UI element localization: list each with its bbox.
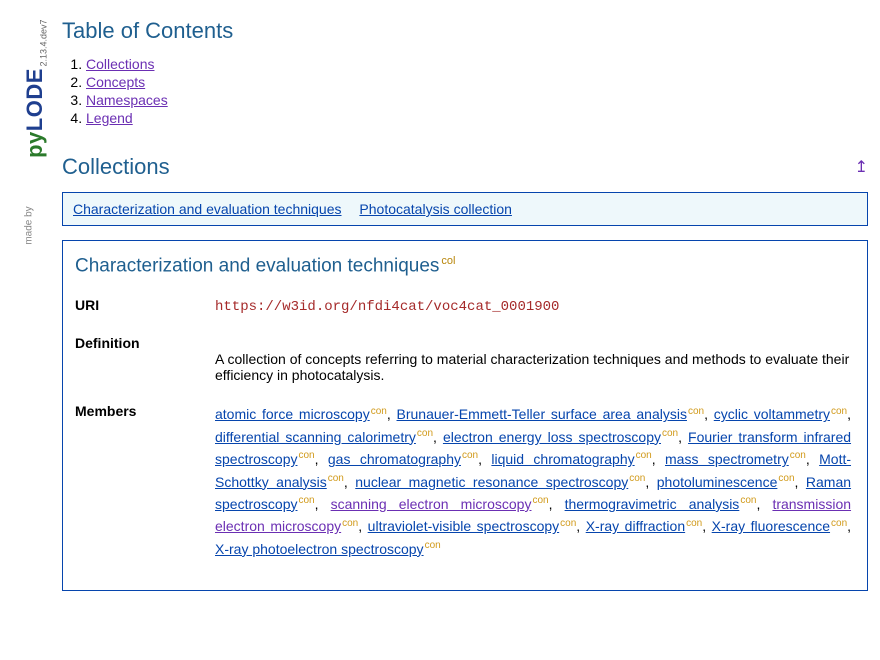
collections-index-link-photocatalysis[interactable]: Photocatalysis collection bbox=[359, 201, 512, 217]
member-sup-con: con bbox=[298, 495, 314, 506]
toc-link-collections[interactable]: Collections bbox=[86, 56, 154, 72]
member-sup-con: con bbox=[778, 473, 794, 484]
pylode-madeby-label: made by bbox=[24, 206, 35, 244]
pylode-logo[interactable]: pyLODE bbox=[22, 68, 48, 158]
member-link[interactable]: X-ray diffraction bbox=[586, 518, 685, 534]
member-sup-con: con bbox=[686, 518, 702, 529]
collection-title: Characterization and evaluation techniqu… bbox=[75, 255, 855, 277]
member-link[interactable]: X-ray photoelectron spectroscopy bbox=[215, 541, 424, 557]
collection-sup-col: col bbox=[441, 255, 455, 267]
value-uri: https://w3id.org/nfdi4cat/voc4cat_000190… bbox=[215, 299, 559, 315]
member-link[interactable]: thermogravimetric analysis bbox=[565, 496, 740, 512]
member-link[interactable]: scanning electron microscopy bbox=[331, 496, 532, 512]
collection-definition-table: URI https://w3id.org/nfdi4cat/voc4cat_00… bbox=[75, 291, 855, 574]
value-uri-cell: https://w3id.org/nfdi4cat/voc4cat_000190… bbox=[215, 291, 855, 329]
label-members: Members bbox=[75, 397, 215, 574]
member-link[interactable]: electron energy loss spectroscopy bbox=[443, 429, 661, 445]
member-sup-con: con bbox=[342, 518, 358, 529]
member-link[interactable]: differential scanning calorimetry bbox=[215, 429, 416, 445]
toc-link-namespaces[interactable]: Namespaces bbox=[86, 92, 168, 108]
member-sup-con: con bbox=[740, 495, 756, 506]
toc-heading: Table of Contents bbox=[62, 18, 868, 44]
member-sup-con: con bbox=[462, 450, 478, 461]
member-sup-con: con bbox=[831, 406, 847, 417]
row-definition: Definition A collection of concepts refe… bbox=[75, 329, 855, 397]
pylode-version: 2.13.4.dev7 bbox=[39, 19, 49, 66]
member-link[interactable]: mass spectrometry bbox=[665, 451, 789, 467]
member-sup-con: con bbox=[831, 518, 847, 529]
member-sup-con: con bbox=[328, 473, 344, 484]
member-sup-con: con bbox=[629, 473, 645, 484]
member-link[interactable]: gas chromatography bbox=[328, 451, 461, 467]
toc-link-legend[interactable]: Legend bbox=[86, 110, 133, 126]
collection-title-text: Characterization and evaluation techniqu… bbox=[75, 255, 439, 276]
value-definition-cell: A collection of concepts referring to ma… bbox=[215, 329, 855, 397]
toc-item-concepts: Concepts bbox=[86, 74, 868, 90]
member-link[interactable]: photoluminescence bbox=[657, 474, 778, 490]
toc-item-legend: Legend bbox=[86, 110, 868, 126]
row-uri: URI https://w3id.org/nfdi4cat/voc4cat_00… bbox=[75, 291, 855, 329]
collections-index: Characterization and evaluation techniqu… bbox=[62, 192, 868, 226]
member-link[interactable]: Brunauer-Emmett-Teller surface area anal… bbox=[397, 406, 687, 422]
member-sup-con: con bbox=[790, 450, 806, 461]
member-sup-con: con bbox=[417, 428, 433, 439]
collections-heading: Collections bbox=[62, 154, 170, 180]
member-link[interactable]: liquid chromatography bbox=[491, 451, 634, 467]
back-to-top-icon[interactable]: ↥ bbox=[855, 157, 868, 177]
member-link[interactable]: cyclic voltammetry bbox=[714, 406, 830, 422]
member-sup-con: con bbox=[688, 406, 704, 417]
value-members: atomic force microscopycon, Brunauer-Emm… bbox=[215, 397, 855, 574]
collection-detail-box: Characterization and evaluation techniqu… bbox=[62, 240, 868, 591]
toc-item-namespaces: Namespaces bbox=[86, 92, 868, 108]
toc-item-collections: Collections bbox=[86, 56, 868, 72]
member-sup-con: con bbox=[532, 495, 548, 506]
value-definition: A collection of concepts referring to ma… bbox=[215, 335, 851, 383]
member-sup-con: con bbox=[636, 450, 652, 461]
member-sup-con: con bbox=[371, 406, 387, 417]
label-definition: Definition bbox=[75, 329, 215, 397]
toc-link-concepts[interactable]: Concepts bbox=[86, 74, 145, 90]
member-link[interactable]: ultraviolet-visible spectroscopy bbox=[368, 518, 559, 534]
main-content: Table of Contents Collections Concepts N… bbox=[62, 0, 880, 591]
row-members: Members atomic force microscopycon, Brun… bbox=[75, 397, 855, 574]
collections-heading-row: Collections ↥ bbox=[62, 154, 868, 180]
member-link[interactable]: atomic force microscopy bbox=[215, 406, 370, 422]
member-link[interactable]: X-ray fluorescence bbox=[712, 518, 830, 534]
member-sup-con: con bbox=[425, 540, 441, 551]
label-uri: URI bbox=[75, 291, 215, 329]
member-sup-con: con bbox=[662, 428, 678, 439]
member-link[interactable]: nuclear magnetic resonance spectroscopy bbox=[355, 474, 628, 490]
member-sup-con: con bbox=[298, 450, 314, 461]
toc-list: Collections Concepts Namespaces Legend bbox=[86, 56, 868, 126]
collections-index-link-characterization[interactable]: Characterization and evaluation techniqu… bbox=[73, 201, 342, 217]
pylode-sidebar: 2.13.4.dev7 pyLODE made by bbox=[0, 0, 50, 260]
member-sup-con: con bbox=[560, 518, 576, 529]
